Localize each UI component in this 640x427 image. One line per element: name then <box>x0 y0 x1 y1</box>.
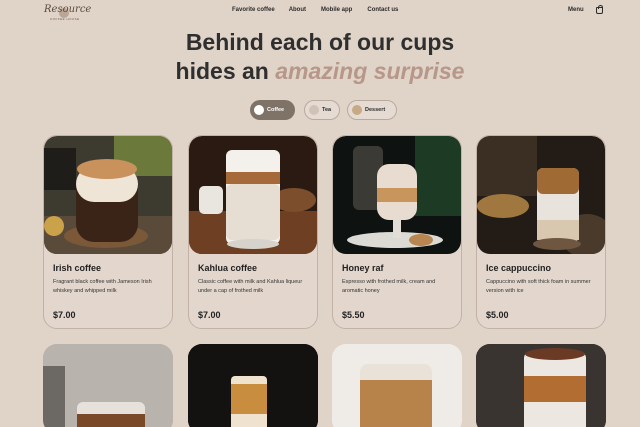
tab-dessert[interactable]: Dessert <box>347 100 397 120</box>
tab-tea-label: Tea <box>322 107 332 113</box>
product-name: Kahlua coffee <box>198 263 258 273</box>
product-card[interactable] <box>476 344 606 427</box>
product-description: Cappuccino with soft thick foam in summe… <box>486 279 591 294</box>
product-description: Espresso with frothed milk, cream and ar… <box>342 279 436 294</box>
tab-dessert-label: Dessert <box>365 107 386 113</box>
hero-title-plain: hides an <box>175 58 276 84</box>
product-image <box>189 136 317 254</box>
product-price: $7.00 <box>53 310 76 320</box>
product-card[interactable]: Kahlua coffee Classic coffee with milk a… <box>188 135 318 329</box>
product-image <box>332 344 462 427</box>
logo[interactable]: Resource COFFEE HOUSE <box>44 4 92 21</box>
product-image <box>333 136 461 254</box>
coffee-icon <box>254 105 264 115</box>
product-image <box>477 136 605 254</box>
product-image <box>476 344 606 427</box>
logo-subtitle: COFFEE HOUSE <box>50 17 80 21</box>
product-image <box>44 136 172 254</box>
nav-mobile-app[interactable]: Mobile app <box>321 7 352 13</box>
product-price: $5.00 <box>486 310 509 320</box>
product-card[interactable]: Irish coffee Fragrant black coffee with … <box>43 135 173 329</box>
product-name: Irish coffee <box>53 263 102 273</box>
dessert-icon <box>352 105 362 115</box>
product-card[interactable]: Honey raf Espresso with frothed milk, cr… <box>332 135 462 329</box>
product-description: Fragrant black coffee with Jameson Irish… <box>53 279 152 294</box>
tea-icon <box>309 105 319 115</box>
product-card[interactable] <box>188 344 318 427</box>
product-name: Ice cappuccino <box>486 263 552 273</box>
product-description: Classic coffee with milk and Kahlua liqu… <box>198 279 303 294</box>
hero-title-accent: amazing surprise <box>275 58 465 84</box>
nav-contact-us[interactable]: Contact us <box>367 7 398 13</box>
hero-title-line-1: Behind each of our cups <box>185 29 455 55</box>
product-price: $5.50 <box>342 310 365 320</box>
nav-favorite-coffee[interactable]: Favorite coffee <box>232 7 275 13</box>
menu-button[interactable]: Menu <box>568 7 584 13</box>
product-card[interactable]: Ice cappuccino Cappuccino with soft thic… <box>476 135 606 329</box>
main-nav: Favorite coffee About Mobile app Contact… <box>232 7 398 13</box>
product-card[interactable] <box>332 344 462 427</box>
tab-coffee-label: Coffee <box>267 107 285 113</box>
product-image <box>43 344 173 427</box>
tab-coffee[interactable]: Coffee <box>250 100 295 120</box>
product-image <box>188 344 318 427</box>
product-price: $7.00 <box>198 310 221 320</box>
product-name: Honey raf <box>342 263 384 273</box>
product-card[interactable] <box>43 344 173 427</box>
logo-text: Resource <box>44 4 92 15</box>
nav-about[interactable]: About <box>289 7 306 13</box>
tab-tea[interactable]: Tea <box>304 100 340 120</box>
hero-title-line-2: hides an amazing surprise <box>0 57 640 85</box>
shopping-bag-icon[interactable] <box>596 5 603 14</box>
